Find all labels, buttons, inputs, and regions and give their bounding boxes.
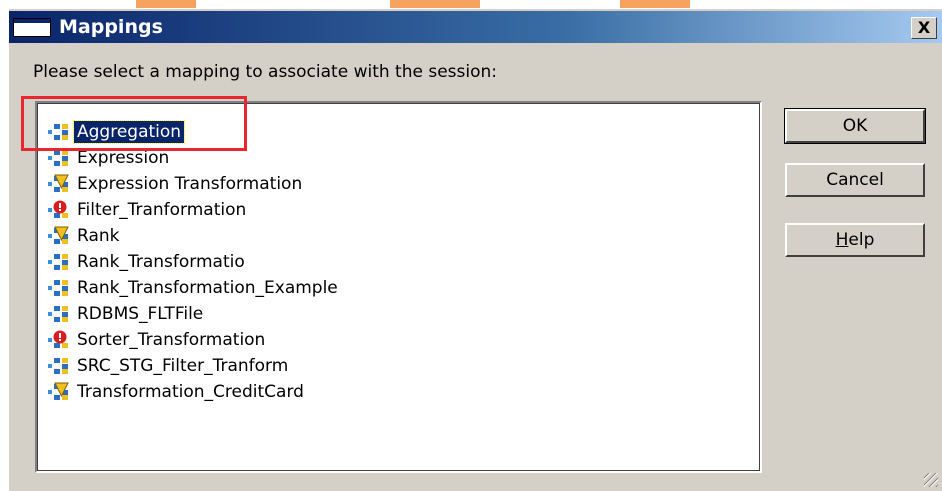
mapping-list[interactable]: Aggregation Expression Expression Transf…	[35, 101, 762, 473]
list-item-label: Expression	[77, 148, 170, 168]
list-item[interactable]: Transformation_CreditCard	[47, 379, 307, 405]
mapping-valid-icon	[48, 306, 68, 322]
mapping-warning-icon	[48, 174, 69, 192]
mapping-warning-icon	[48, 226, 69, 244]
list-item-label: Sorter_Transformation	[77, 330, 266, 350]
list-item[interactable]: Rank	[47, 223, 122, 249]
list-item-label: SRC_STG_Filter_Tranform	[77, 356, 289, 376]
ok-button[interactable]: OK	[784, 108, 926, 144]
list-item-label: Expression Transformation	[77, 174, 303, 194]
list-item-label: Rank_Transformation_Example	[77, 278, 338, 298]
window-title: Mappings	[59, 16, 163, 38]
help-mnemonic: H	[835, 230, 849, 250]
prompt-text: Please select a mapping to associate wit…	[33, 62, 498, 82]
list-item[interactable]: Aggregation	[47, 119, 186, 145]
list-item[interactable]: SRC_STG_Filter_Tranform	[47, 353, 291, 379]
list-item-label: Rank	[77, 226, 120, 246]
mapping-valid-icon	[48, 254, 68, 270]
close-button[interactable]: X	[911, 17, 937, 39]
mapping-valid-icon	[48, 358, 68, 374]
list-item[interactable]: RDBMS_FLTFile	[47, 301, 206, 327]
list-item-label: Transformation_CreditCard	[77, 382, 304, 402]
list-item-label: RDBMS_FLTFile	[77, 304, 204, 324]
help-label-rest: elp	[848, 230, 875, 250]
list-item-label: Filter_Tranformation	[77, 200, 247, 220]
help-button[interactable]: Help	[785, 223, 925, 257]
mapping-valid-icon	[48, 124, 68, 140]
mapping-valid-icon	[48, 150, 68, 166]
window-icon	[13, 18, 51, 37]
list-item[interactable]: Expression Transformation	[47, 171, 305, 197]
mappings-dialog: Mappings X Please select a mapping to as…	[8, 8, 942, 491]
list-item[interactable]: Rank_Transformatio	[47, 249, 248, 275]
list-item[interactable]: Expression	[47, 145, 172, 171]
list-item-label: Rank_Transformatio	[77, 252, 245, 272]
mapping-invalid-icon	[48, 200, 68, 218]
list-item-label: Aggregation	[72, 120, 186, 144]
cancel-button[interactable]: Cancel	[785, 163, 925, 197]
mapping-invalid-icon	[48, 330, 68, 348]
mapping-warning-icon	[48, 382, 69, 400]
title-bar[interactable]: Mappings X	[9, 11, 942, 43]
list-item[interactable]: Rank_Transformation_Example	[47, 275, 341, 301]
resize-grip[interactable]	[924, 473, 938, 487]
list-item[interactable]: Sorter_Transformation	[47, 327, 268, 353]
mapping-valid-icon	[48, 280, 68, 296]
list-item[interactable]: Filter_Tranformation	[47, 197, 249, 223]
